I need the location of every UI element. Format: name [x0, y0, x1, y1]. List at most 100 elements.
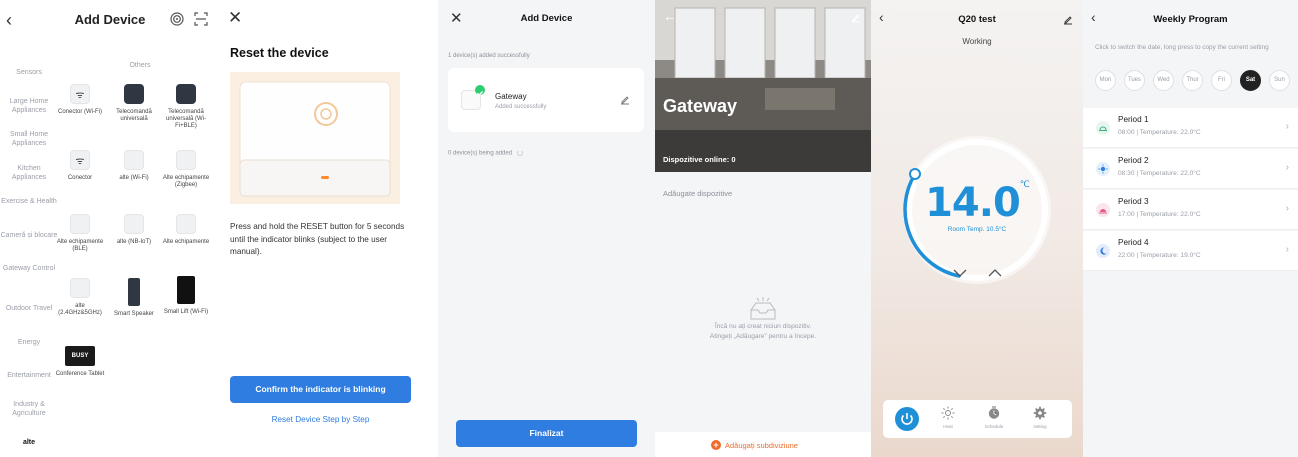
- sunrise-icon: [1096, 121, 1110, 135]
- chevron-right-icon: ›: [1285, 244, 1289, 255]
- device-tile[interactable]: Smart Speaker: [108, 278, 160, 318]
- finish-button[interactable]: Finalizat: [456, 420, 637, 447]
- added-count: 1 device(s) added successfully: [448, 53, 530, 59]
- device-icon: [70, 278, 90, 298]
- reset-steps-link[interactable]: Reset Device Step by Step: [230, 415, 411, 424]
- confirm-blinking-button[interactable]: Confirm the indicator is blinking: [230, 376, 411, 403]
- device-tile[interactable]: Alte echipamente: [160, 214, 212, 246]
- category-item[interactable]: Kitchen Appliances: [0, 164, 58, 182]
- thermostat-screen: ‹ Q20 test Working 14.0℃ Room Temp. 10.5…: [871, 0, 1083, 457]
- device-tile[interactable]: ᯤ Conector (Wi-Fi): [54, 84, 106, 116]
- period-row[interactable]: Period 1 08:00 | Temperature: 22.0°C ›: [1083, 108, 1298, 148]
- gateway-name: Gateway: [663, 96, 738, 116]
- category-item[interactable]: Outdoor Travel: [0, 304, 58, 313]
- day-wed[interactable]: Wed: [1153, 70, 1174, 91]
- day-sun[interactable]: Sun: [1269, 70, 1290, 91]
- add-subdevice-label: Adăugați subdiviziune: [725, 441, 798, 450]
- back-arrow-icon[interactable]: ←: [663, 8, 677, 24]
- device-tile[interactable]: Alte echipamente (BLE): [54, 214, 106, 253]
- category-item[interactable]: Entertainment: [0, 371, 58, 380]
- target-temperature: 14.0℃: [925, 180, 1030, 226]
- section-label: Adăugate dispozitive: [663, 189, 733, 198]
- power-icon: [901, 413, 913, 425]
- added-device-card[interactable]: Gateway Added successfully: [448, 68, 644, 132]
- page-title: Reset the device: [230, 46, 329, 60]
- remote-icon: [124, 84, 144, 104]
- device-icon: [124, 214, 144, 234]
- category-item[interactable]: Industry & Agriculture: [0, 400, 58, 418]
- page-title: Weekly Program: [1153, 14, 1228, 25]
- category-item[interactable]: Large Home Appliances: [0, 97, 58, 115]
- edit-icon[interactable]: [620, 95, 630, 105]
- page-title: Add Device: [74, 12, 146, 27]
- day-mon[interactable]: Mon: [1095, 70, 1116, 91]
- category-item-active[interactable]: alte: [0, 438, 58, 447]
- device-status: Added successfully: [495, 104, 547, 110]
- add-subdevice-bar[interactable]: + Adăugați subdiviziune: [655, 432, 871, 457]
- device-icon: [124, 150, 144, 170]
- device-icon: [176, 214, 196, 234]
- speaker-icon: [128, 278, 140, 306]
- day-selector: Mon Tues Wed Thur Fri Sat Sun: [1095, 70, 1290, 91]
- check-icon: [475, 85, 485, 96]
- being-added-count: 0 device(s) being added: [448, 150, 523, 157]
- wifi-icon: ᯤ: [70, 84, 90, 104]
- control-toolbar: Heat Schedule setting: [883, 400, 1072, 438]
- chevron-up-icon[interactable]: [987, 268, 1003, 278]
- period-row[interactable]: Period 4 22:00 | Temperature: 19.0°C ›: [1083, 231, 1298, 271]
- device-tile[interactable]: alte (2.4GHz&5GHz): [54, 278, 106, 317]
- category-item[interactable]: Small Home Appliances: [0, 130, 58, 148]
- edit-icon[interactable]: [1063, 15, 1073, 25]
- device-tile[interactable]: ᯤ Conector: [54, 150, 106, 182]
- close-icon[interactable]: ✕: [228, 8, 242, 28]
- empty-state-line2: Atingeți „Adăugare” pentru a începe.: [709, 333, 817, 340]
- device-tile[interactable]: alte (NB-IoT): [108, 214, 160, 246]
- reset-device-screen: ✕ Reset the device Press and hold the RE…: [220, 0, 438, 457]
- device-tile[interactable]: Small Lift (Wi-Fi): [160, 276, 212, 316]
- category-item[interactable]: Gateway Control: [0, 264, 58, 273]
- day-tues[interactable]: Tues: [1124, 70, 1145, 91]
- heat-mode-button[interactable]: Heat: [930, 406, 966, 429]
- sun-icon: [941, 406, 955, 420]
- loading-icon: [516, 150, 523, 156]
- reset-instructions: Press and hold the RESET button for 5 se…: [230, 222, 405, 256]
- wifi-icon: ᯤ: [70, 150, 90, 170]
- day-thur[interactable]: Thur: [1182, 70, 1203, 91]
- schedule-button[interactable]: Schedule: [976, 406, 1012, 429]
- day-sat-selected[interactable]: Sat: [1240, 70, 1261, 91]
- scan-device-icon[interactable]: [170, 12, 184, 26]
- category-item[interactable]: Exercise & Health: [0, 197, 58, 206]
- qr-scan-icon[interactable]: [194, 12, 208, 26]
- device-tile[interactable]: Alte echipamente (Zigbee): [160, 150, 212, 189]
- period-row[interactable]: Period 2 08:30 | Temperature: 22.0°C ›: [1083, 149, 1298, 189]
- chevron-down-icon[interactable]: [952, 268, 968, 278]
- device-icon: [70, 214, 90, 234]
- day-fri[interactable]: Fri: [1211, 70, 1232, 91]
- device-tile[interactable]: Telecomandă universală: [108, 84, 160, 123]
- settings-button[interactable]: setting: [1022, 406, 1058, 429]
- page-title: Add Device: [520, 13, 573, 24]
- remote-icon: [176, 84, 196, 104]
- weekly-program-screen: ‹ Weekly Program Click to switch the dat…: [1083, 0, 1298, 457]
- edit-icon[interactable]: [851, 13, 861, 23]
- power-button[interactable]: [895, 407, 919, 431]
- device-status: Working: [962, 37, 992, 46]
- chevron-right-icon: ›: [1285, 121, 1289, 132]
- room-temperature: Room Temp. 10.5°C: [947, 226, 1007, 233]
- sunset-icon: [1096, 203, 1110, 217]
- device-added-screen: ✕ Add Device 1 device(s) added successfu…: [438, 0, 655, 457]
- device-tile[interactable]: BUSY Conference Tablet: [54, 346, 106, 378]
- screens-strip: ‹ Add Device Sensors Large Home Applianc…: [0, 0, 1298, 457]
- device-tile[interactable]: alte (Wi-Fi): [108, 150, 160, 182]
- lift-icon: [177, 276, 195, 304]
- category-item[interactable]: Sensors: [0, 68, 58, 77]
- category-item[interactable]: Cameră și blocare: [0, 231, 58, 240]
- device-reset-illustration: [230, 72, 400, 204]
- device-tile[interactable]: Telecomandă universală (Wi-Fi+BLE): [160, 84, 212, 130]
- tablet-icon: BUSY: [65, 346, 95, 366]
- device-name: Gateway: [495, 92, 527, 101]
- category-item[interactable]: Energy: [0, 338, 58, 347]
- gear-icon: [1033, 406, 1047, 420]
- period-row[interactable]: Period 3 17:00 | Temperature: 22.0°C ›: [1083, 190, 1298, 230]
- sun-icon: [1096, 162, 1110, 176]
